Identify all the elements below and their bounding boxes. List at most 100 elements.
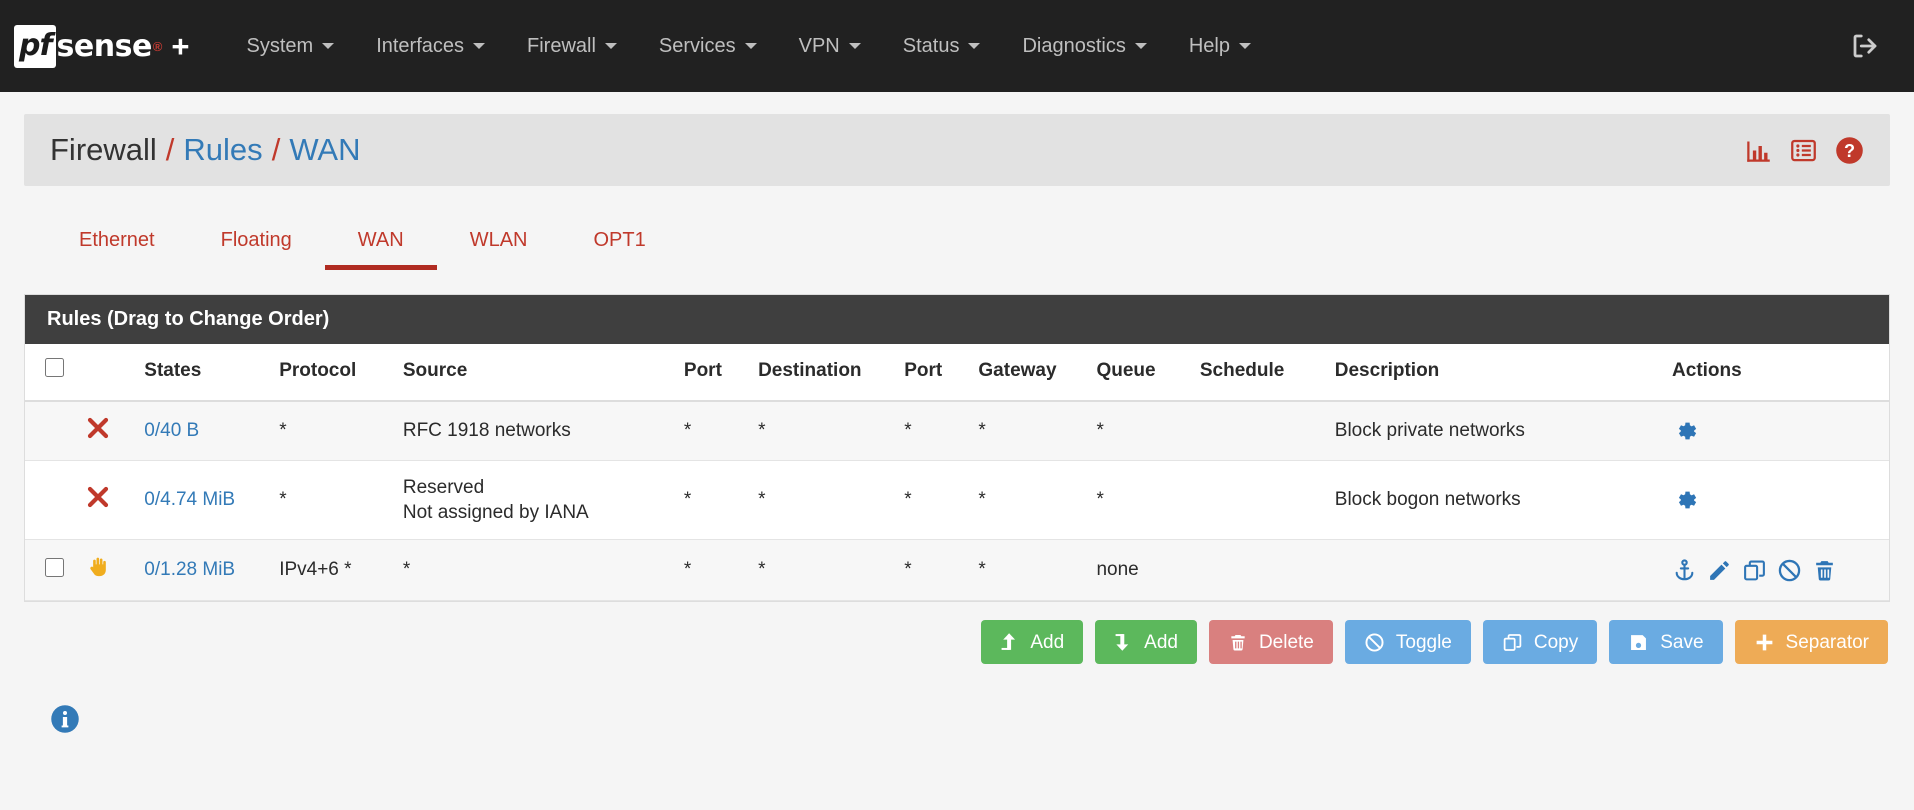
column-port: Port [675, 344, 751, 402]
row-gateway-cell: * [970, 401, 1089, 461]
row-queue-cell: * [1088, 460, 1192, 541]
row-actions-cell [1664, 539, 1889, 602]
table-row[interactable]: 0/40 B * RFC 1918 networks * * * * * Blo… [25, 401, 1889, 461]
tab-label: Floating [220, 229, 292, 251]
anchor-icon[interactable] [1672, 558, 1697, 583]
button-label: Copy [1533, 631, 1579, 653]
interface-tabs: Ethernet Floating WAN WLAN OPT1 [24, 219, 1890, 270]
button-label: Add [1030, 631, 1065, 653]
chevron-down-icon [473, 43, 486, 49]
copy-icon [1503, 633, 1522, 651]
table-row[interactable]: 0/1.28 MiB IPv4+6 * * * * * * none [25, 539, 1889, 602]
states-link[interactable]: 0/4.74 MiB [144, 489, 235, 510]
row-destination-cell: * [750, 460, 897, 541]
row-protocol-cell: IPv4+6 * [271, 539, 395, 602]
nav-item-label: VPN [798, 34, 840, 57]
toggle-button[interactable]: Toggle [1344, 620, 1471, 665]
gear-icon[interactable] [1672, 419, 1697, 444]
pfsense-logo[interactable]: pf sense ® + [14, 24, 190, 68]
add-rule-bottom-button[interactable]: Add [1095, 620, 1197, 665]
nav-item-diagnostics[interactable]: Diagnostics [1001, 25, 1167, 68]
nav-item-interfaces[interactable]: Interfaces [355, 25, 506, 68]
row-schedule-cell [1191, 539, 1327, 602]
row-status-cell[interactable] [77, 460, 137, 541]
column-actions: Actions [1664, 344, 1889, 402]
table-row[interactable]: 0/4.74 MiB * Reserved Not assigned by IA… [25, 460, 1889, 541]
nav-item-vpn[interactable]: VPN [778, 25, 882, 68]
tab-ethernet[interactable]: Ethernet [46, 219, 188, 270]
chevron-down-icon [1238, 43, 1251, 49]
row-destination-cell: * [750, 401, 897, 461]
logout-button[interactable] [1850, 31, 1880, 61]
rules-action-buttons: Add Add Delete Toggle Copy Save Separato… [24, 620, 1890, 665]
row-status-cell[interactable] [77, 401, 137, 461]
nav-item-firewall[interactable]: Firewall [506, 25, 638, 68]
row-select-cell [25, 460, 78, 541]
select-all-checkbox[interactable] [45, 358, 64, 377]
row-description-cell: Block private networks [1326, 401, 1665, 461]
row-states-cell: 0/4.74 MiB [136, 460, 272, 541]
ban-icon [1365, 633, 1384, 652]
breadcrumb-link-wan[interactable]: WAN [289, 132, 360, 168]
column-select-all [25, 344, 78, 402]
column-destination: Destination [750, 344, 897, 402]
brand-word: sense [56, 28, 153, 64]
nav-item-help[interactable]: Help [1168, 25, 1272, 68]
row-gateway-cell: * [970, 460, 1089, 541]
column-description: Description [1326, 344, 1665, 402]
table-header-row: States Protocol Source Port Destination … [25, 344, 1889, 402]
row-queue-cell: none [1088, 539, 1192, 602]
tab-floating[interactable]: Floating [188, 219, 325, 270]
nav-item-system[interactable]: System [226, 25, 356, 68]
button-label: Toggle [1395, 631, 1452, 653]
row-port2-cell: * [896, 401, 971, 461]
list-icon[interactable] [1790, 137, 1817, 164]
chevron-down-icon [744, 43, 757, 49]
tab-wan[interactable]: WAN [324, 219, 437, 270]
states-link[interactable]: 0/40 B [144, 420, 199, 441]
delete-button[interactable]: Delete [1208, 620, 1333, 665]
info-circle-icon[interactable] [50, 704, 80, 734]
column-states: States [136, 344, 272, 402]
breadcrumb-link-rules[interactable]: Rules [183, 132, 262, 168]
pencil-icon[interactable] [1707, 558, 1732, 583]
breadcrumb-bar: Firewall / Rules / WAN ? [24, 114, 1890, 186]
row-actions-cell [1664, 460, 1889, 541]
nav-item-services[interactable]: Services [638, 25, 778, 68]
tab-wlan[interactable]: WLAN [437, 219, 561, 270]
help-circle-icon[interactable]: ? [1835, 136, 1864, 165]
row-port-cell: * [675, 401, 751, 461]
trash-icon[interactable] [1812, 558, 1837, 583]
plus-icon [1756, 634, 1772, 651]
row-gateway-cell: * [970, 539, 1089, 602]
row-protocol-cell: * [271, 401, 395, 461]
chevron-down-icon [848, 43, 861, 49]
tab-opt1[interactable]: OPT1 [560, 219, 678, 270]
row-description-cell [1326, 539, 1665, 602]
copy-button[interactable]: Copy [1482, 620, 1598, 665]
nav-item-label: Diagnostics [1022, 34, 1126, 57]
add-rule-top-button[interactable]: Add [981, 620, 1084, 665]
separator-button[interactable]: Separator [1734, 620, 1888, 665]
arrow-up-icon [1001, 633, 1016, 651]
chart-icon[interactable] [1745, 137, 1772, 164]
row-status-cell[interactable] [77, 539, 137, 602]
button-label: Save [1660, 631, 1704, 653]
nav-item-status[interactable]: Status [882, 25, 1002, 68]
row-select-checkbox[interactable] [45, 557, 64, 577]
gear-icon[interactable] [1672, 488, 1697, 513]
states-link[interactable]: 0/1.28 MiB [144, 559, 235, 580]
copy-icon[interactable] [1742, 558, 1767, 583]
reject-hand-icon [90, 557, 106, 577]
save-icon [1631, 634, 1647, 650]
nav-item-label: Firewall [527, 34, 596, 57]
save-button[interactable]: Save [1609, 620, 1723, 665]
row-protocol-cell: * [271, 460, 395, 541]
brand-plus: + [171, 28, 190, 64]
source-line-1: Reserved [402, 477, 485, 498]
ban-icon[interactable] [1777, 558, 1802, 583]
row-source-cell: * [394, 539, 676, 602]
chevron-down-icon [604, 43, 617, 49]
column-port-2: Port [896, 344, 971, 402]
row-description-cell: Block bogon networks [1326, 460, 1665, 541]
